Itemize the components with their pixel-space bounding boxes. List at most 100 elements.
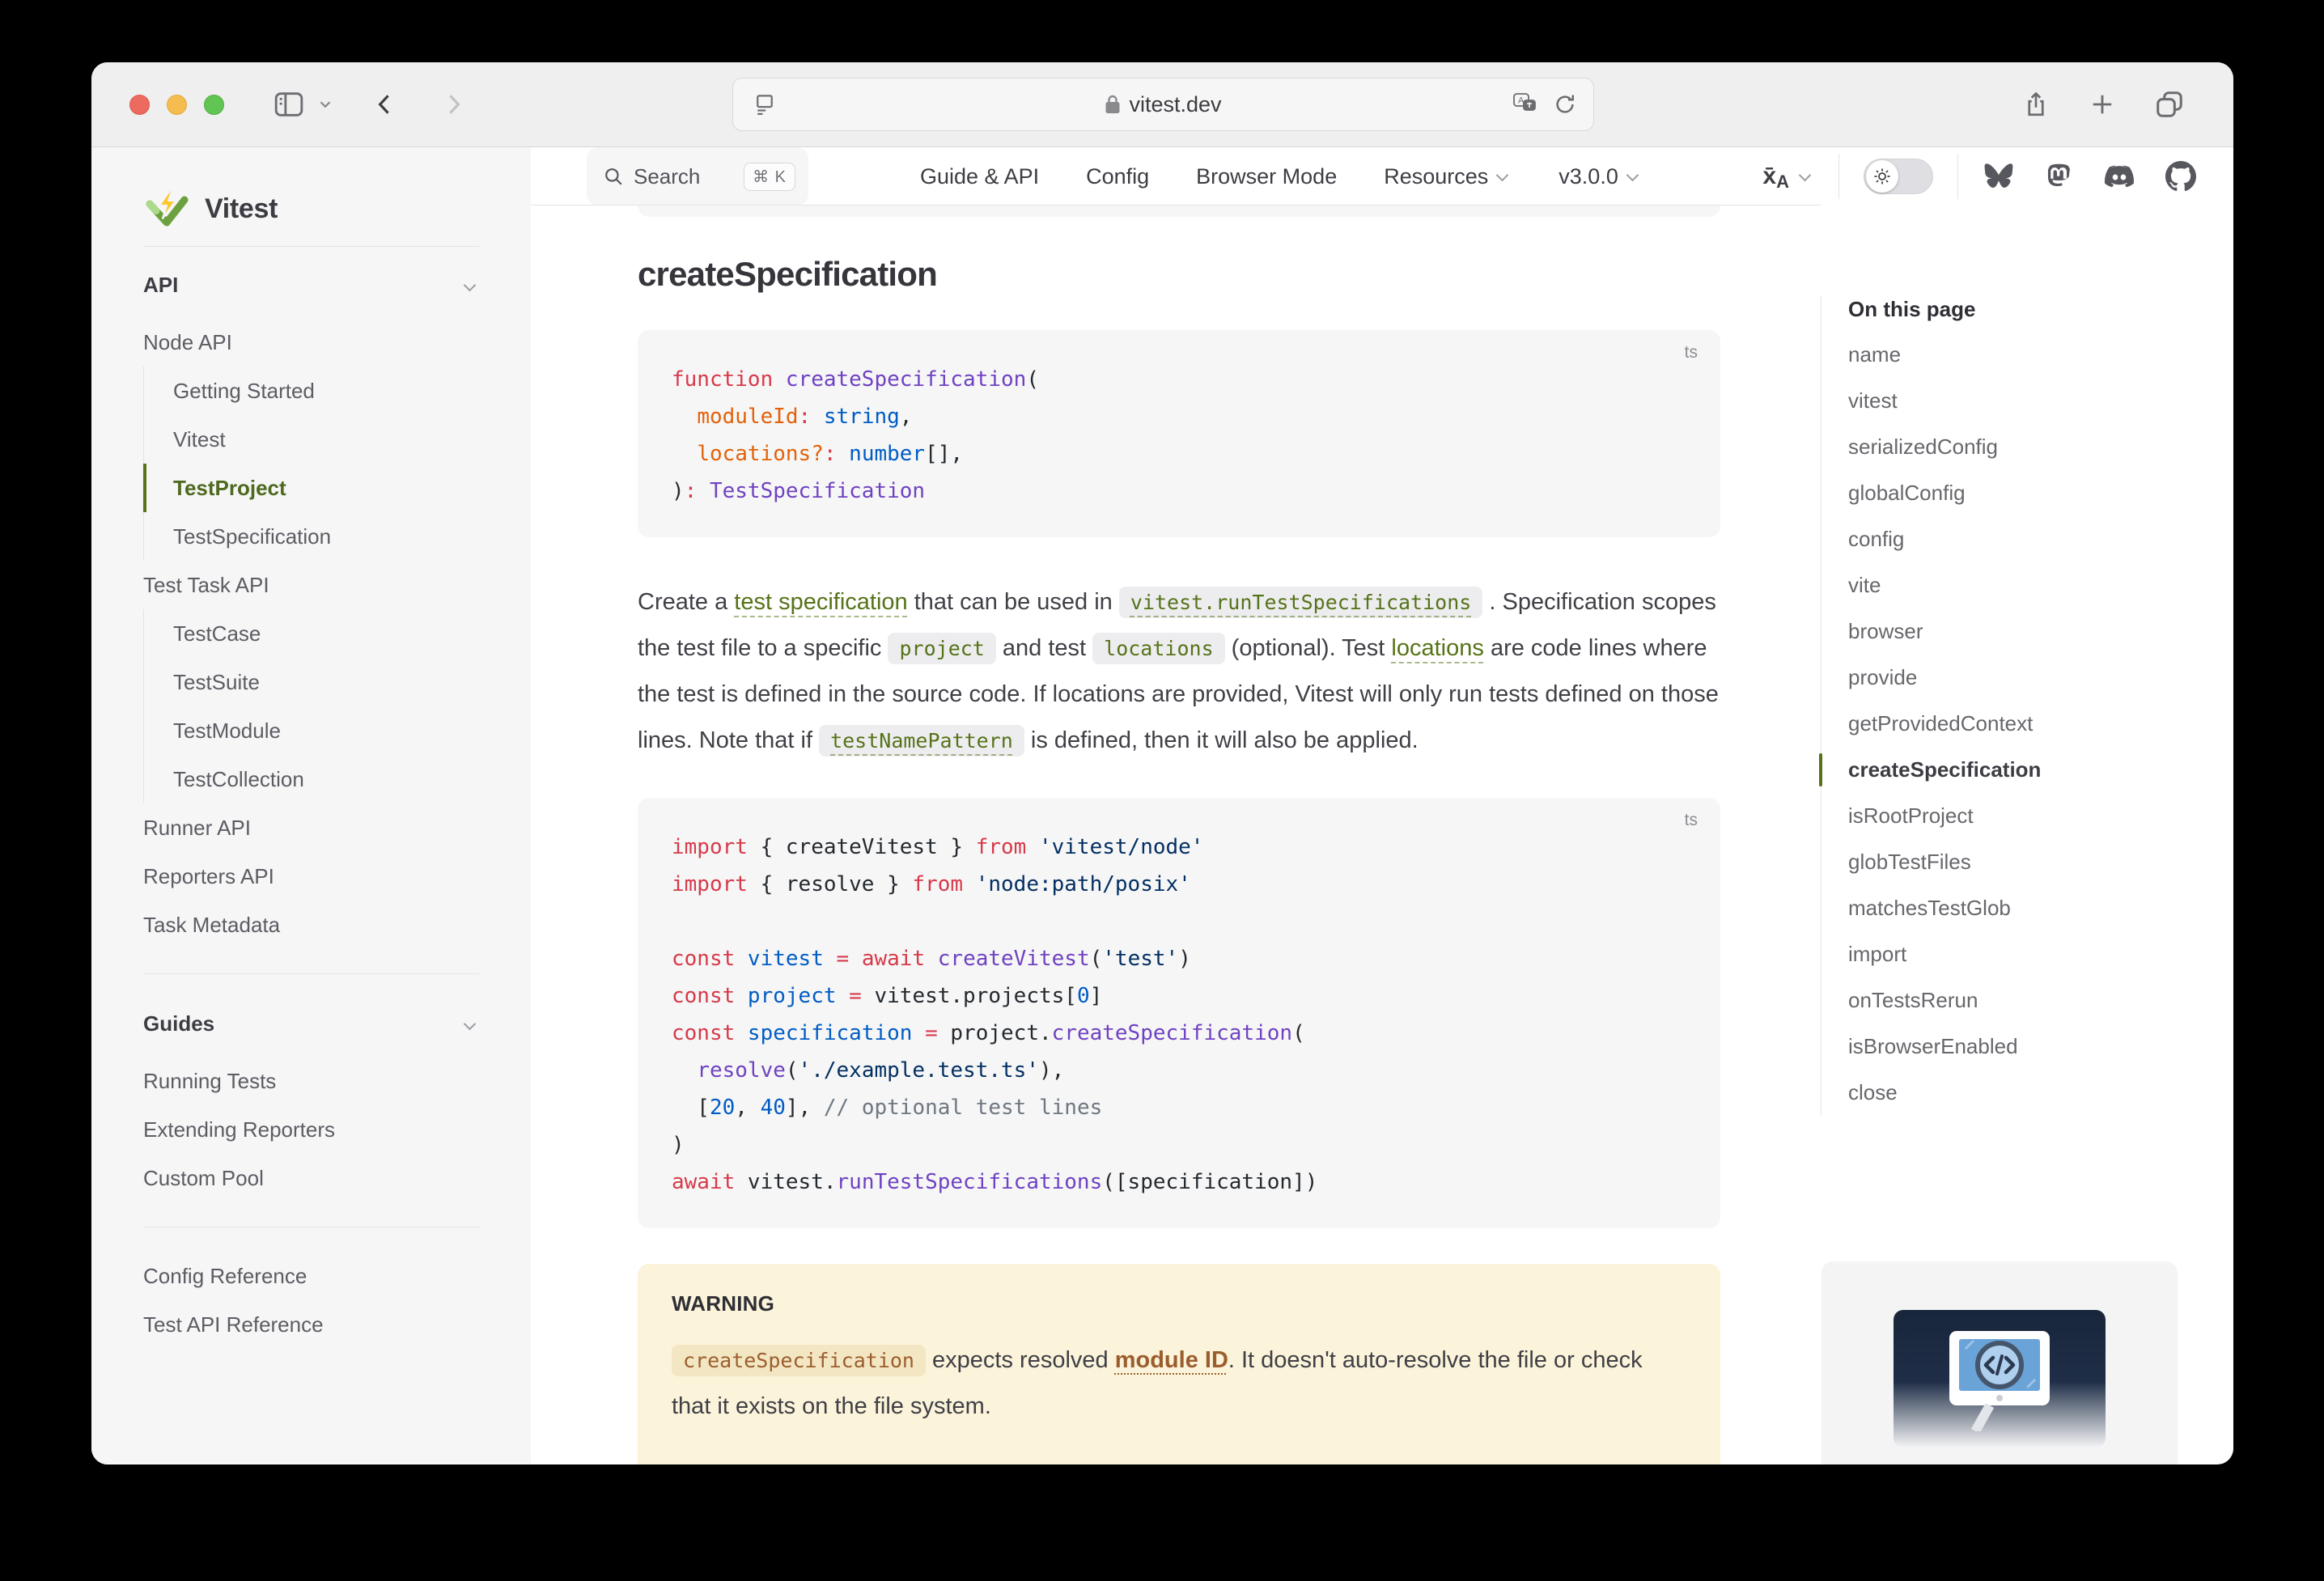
reload-icon[interactable]: [1553, 91, 1577, 117]
outline-item[interactable]: vitest: [1848, 378, 2220, 424]
sidebar-item[interactable]: TestSuite: [143, 658, 479, 706]
vitest-brand[interactable]: Vitest: [143, 186, 479, 231]
translate-icon[interactable]: A: [1512, 92, 1538, 117]
code-token: const: [672, 1021, 735, 1045]
outline-item[interactable]: isRootProject: [1848, 793, 2220, 839]
outline-item[interactable]: createSpecification: [1848, 747, 2220, 793]
outline-list: name vitest serializedConfig globalConfi…: [1848, 332, 2220, 1116]
paragraph-run[interactable]: locations: [1391, 635, 1483, 661]
description-paragraph: Create a test specification that can be …: [638, 579, 1720, 764]
outline-item[interactable]: provide: [1848, 655, 2220, 701]
new-tab-icon[interactable]: [2088, 87, 2117, 121]
sidebar-item-label: Task Metadata: [143, 913, 280, 937]
sidebar-item[interactable]: Node API: [143, 318, 479, 367]
nav-link-label: Guide & API: [920, 164, 1039, 189]
sidebar-item[interactable]: Custom Pool: [143, 1154, 479, 1202]
paragraph-run[interactable]: vitest.runTestSpecifications: [1119, 587, 1482, 618]
nav-link[interactable]: v3.0.0: [1559, 164, 1642, 189]
theme-toggle[interactable]: [1864, 159, 1933, 194]
paragraph-run: that can be used in: [908, 589, 1119, 615]
sidebar-item[interactable]: Reporters API: [143, 852, 479, 901]
outline-item[interactable]: import: [1848, 931, 2220, 977]
sidebar-toggle-icon[interactable]: [271, 88, 307, 121]
nav-link[interactable]: Resources: [1384, 164, 1512, 189]
nav-link[interactable]: Guide & API: [920, 164, 1039, 189]
share-icon[interactable]: [2021, 87, 2050, 121]
outline-item[interactable]: close: [1848, 1070, 2220, 1116]
outline-item[interactable]: serializedConfig: [1848, 424, 2220, 470]
paragraph-run: project: [888, 633, 995, 664]
github-icon[interactable]: [2165, 161, 2196, 192]
code-token: [837, 984, 850, 1008]
sidebar-item[interactable]: Runner API: [143, 803, 479, 852]
tab-overview-icon[interactable]: [2154, 87, 2185, 121]
tab-group-chevron-icon[interactable]: [316, 95, 334, 113]
code-lang-badge: ts: [1685, 811, 1698, 830]
on-this-page-aside: On this page name vitest serializedConfi…: [1821, 206, 2220, 1422]
outline-item[interactable]: globTestFiles: [1848, 839, 2220, 885]
browser-window: vitest.dev A: [91, 62, 2233, 1464]
sidebar-item[interactable]: TestSpecification: [143, 512, 479, 561]
sidebar-item-label: Reporters API: [143, 864, 274, 888]
outline-item[interactable]: name: [1848, 332, 2220, 378]
warning-run[interactable]: module ID: [1115, 1347, 1228, 1373]
back-button[interactable]: [371, 88, 399, 121]
nav-link[interactable]: Config: [1086, 164, 1149, 189]
minimize-window-button[interactable]: [167, 95, 187, 115]
code-token: [672, 1058, 697, 1083]
sidebar-item[interactable]: Guides: [143, 998, 479, 1049]
outline-item[interactable]: globalConfig: [1848, 470, 2220, 516]
sidebar-item[interactable]: Extending Reporters: [143, 1105, 479, 1154]
sidebar-item[interactable]: Running Tests: [143, 1057, 479, 1105]
sidebar-item[interactable]: TestCase: [143, 609, 479, 658]
outline-item[interactable]: getProvidedContext: [1848, 701, 2220, 747]
outline-item-label: import: [1848, 942, 1906, 966]
forward-button[interactable]: [439, 88, 467, 121]
paragraph-run[interactable]: test specification: [734, 589, 907, 615]
sidebar-item[interactable]: Getting Started: [143, 367, 479, 415]
warning-run: createSpecification: [672, 1345, 926, 1376]
sidebar-item[interactable]: Task Metadata: [143, 901, 479, 949]
sidebar-item[interactable]: API: [143, 260, 479, 310]
language-switcher[interactable]: x̄A: [1762, 163, 1814, 190]
code-token: { createVitest }: [748, 835, 976, 859]
mastodon-icon[interactable]: [2044, 161, 2073, 192]
zoom-window-button[interactable]: [204, 95, 224, 115]
outline-item[interactable]: vite: [1848, 562, 2220, 608]
outline-item-label: isRootProject: [1848, 803, 1974, 828]
bluesky-icon[interactable]: [1983, 162, 2015, 191]
translate-glyph-icon: x̄A: [1762, 163, 1789, 190]
outline-item[interactable]: browser: [1848, 608, 2220, 655]
sidebar-item[interactable]: Config Reference: [143, 1252, 479, 1300]
search-placeholder: Search: [634, 164, 700, 189]
page-title: createSpecification: [638, 252, 1720, 296]
code-token: ([specification]): [1102, 1170, 1317, 1194]
sidebar-item[interactable]: Test Task API: [143, 561, 479, 609]
sidebar-item[interactable]: Test API Reference: [143, 1300, 479, 1349]
close-window-button[interactable]: [129, 95, 150, 115]
sidebar-item[interactable]: TestCollection: [143, 755, 479, 803]
address-bar[interactable]: vitest.dev A: [732, 78, 1594, 131]
outline-item[interactable]: config: [1848, 516, 2220, 562]
code-token: =: [837, 947, 850, 971]
discord-icon[interactable]: [2102, 162, 2136, 191]
code-line: const project = vitest.projects[0]: [672, 977, 1686, 1015]
outline-item[interactable]: onTestsRerun: [1848, 977, 2220, 1024]
code-token: './example.test.ts': [799, 1058, 1039, 1083]
nav-link-label: Browser Mode: [1196, 164, 1337, 189]
code-line: ): [672, 1126, 1686, 1163]
sidebar-item[interactable]: Vitest: [143, 415, 479, 464]
paragraph-run[interactable]: testNamePattern: [819, 725, 1024, 757]
search-input[interactable]: Search ⌘ K: [587, 147, 808, 206]
outline-item[interactable]: matchesTestGlob: [1848, 885, 2220, 931]
sponsor-ad-card[interactable]: [1821, 1261, 2178, 1464]
sidebar-item[interactable]: TestModule: [143, 706, 479, 755]
code-token: runTestSpecifications: [837, 1170, 1103, 1194]
code-token: { resolve }: [748, 872, 913, 896]
code-token: createSpecification: [786, 367, 1026, 392]
nav-link[interactable]: Browser Mode: [1196, 164, 1337, 189]
code-token: 'node:path/posix': [976, 872, 1191, 896]
paragraph-run: locations: [1092, 633, 1224, 664]
outline-item[interactable]: isBrowserEnabled: [1848, 1024, 2220, 1070]
sidebar-item[interactable]: TestProject: [143, 464, 479, 512]
